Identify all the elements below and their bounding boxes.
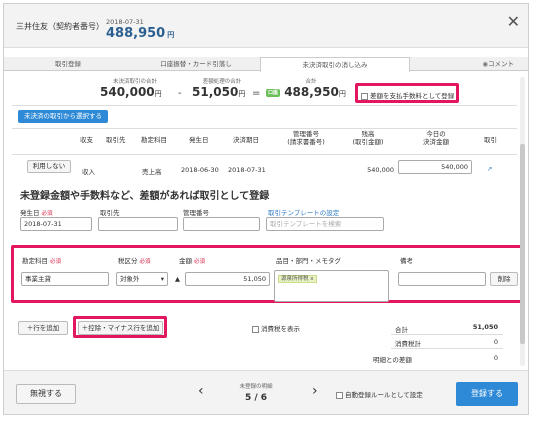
unsettled-total: 未決済取引の合計 540,000円 <box>100 79 162 99</box>
tag-input[interactable]: 源泉所得税 x <box>274 270 389 302</box>
partner-input[interactable] <box>98 217 178 231</box>
open-deal-icon[interactable]: ↗ <box>487 165 492 173</box>
close-icon[interactable]: ✕ <box>507 12 520 31</box>
select-unsettled-button[interactable]: 未決済の取引から選択する <box>18 110 108 123</box>
tax-select[interactable]: 対象外 ▾ <box>116 272 168 286</box>
fee-checkbox[interactable]: 差額を支払手数料として登録 <box>361 90 454 100</box>
statement-amount: 488,950 円 <box>106 26 175 41</box>
pager-value: 5 / 6 <box>244 393 268 403</box>
checkbox-icon <box>252 325 259 333</box>
modal-header: 三井住友（契約者番号） 2018-07-31 488,950 円 ✕ <box>4 4 528 48</box>
statement-date: 2018-07-31 <box>106 18 144 26</box>
register-section-title: 未登録金額や手数料など、差額があれば取引として登録 <box>20 191 270 202</box>
auto-rule-checkbox[interactable]: 自動登録ルールとして設定 <box>336 389 423 399</box>
account-chip: 口座 <box>266 89 281 97</box>
note-input[interactable] <box>398 272 486 286</box>
show-tax-checkbox[interactable]: 消費税を表示 <box>252 323 300 333</box>
sign-toggle-icon[interactable]: ▲ <box>175 275 180 283</box>
add-minus-row-button[interactable]: ＋控除・マイナス行を追加 <box>78 321 163 335</box>
tag-chip: 源泉所得税 x <box>278 275 317 283</box>
register-button[interactable]: 登録する <box>456 382 518 406</box>
next-icon[interactable]: › <box>312 383 318 399</box>
checkbox-icon <box>336 391 343 399</box>
scrollbar-thumb[interactable] <box>520 144 525 344</box>
tab-debit[interactable]: 口座振替・カード引落し <box>132 57 260 71</box>
mgmt-no-input[interactable] <box>183 217 260 231</box>
template-settings-link[interactable]: 取引テンプレートの設定 <box>268 207 339 217</box>
date-input[interactable]: 2018-07-31 <box>20 217 92 231</box>
tab-reconcile[interactable]: 未決済取引の消し込み <box>260 57 410 72</box>
tab-bar: 取引登録 口座振替・カード引落し 未決済取引の消し込み ◉コメント <box>4 57 528 72</box>
amount-input[interactable]: 51,050 <box>185 272 270 286</box>
unregistered-total: 差額処理の合計 51,050円 <box>192 79 246 99</box>
account-select[interactable]: 事業主貸 <box>21 272 109 286</box>
tab-register[interactable]: 取引登録 <box>4 57 132 71</box>
tab-comment[interactable]: ◉コメント <box>410 57 528 71</box>
template-search-input[interactable]: 取引テンプレートを検索 <box>266 217 384 231</box>
add-row-button[interactable]: ＋行を追加 <box>18 321 68 335</box>
caret-down-icon: ▾ <box>160 275 164 283</box>
delete-row-button[interactable]: 削除 <box>490 272 518 286</box>
reconcile-modal: 三井住友（契約者番号） 2018-07-31 488,950 円 ✕ 取引登録 口… <box>3 3 529 415</box>
ignore-button[interactable]: 無視する <box>16 384 76 404</box>
checkbox-icon <box>361 92 368 100</box>
grand-total: 合計 口座 488,950円 <box>266 79 346 99</box>
not-use-button[interactable]: 利用しない <box>27 160 71 173</box>
account-name: 三井住友（契約者番号） <box>16 22 104 31</box>
modal-footer: 無視する ‹ 未登録の明細 5 / 6 › 自動登録ルールとして設定 登録する <box>4 370 528 414</box>
prev-icon[interactable]: ‹ <box>198 383 204 399</box>
tag-remove-icon[interactable]: x <box>310 276 313 282</box>
settle-amount-input[interactable]: 540,000 <box>398 160 472 174</box>
